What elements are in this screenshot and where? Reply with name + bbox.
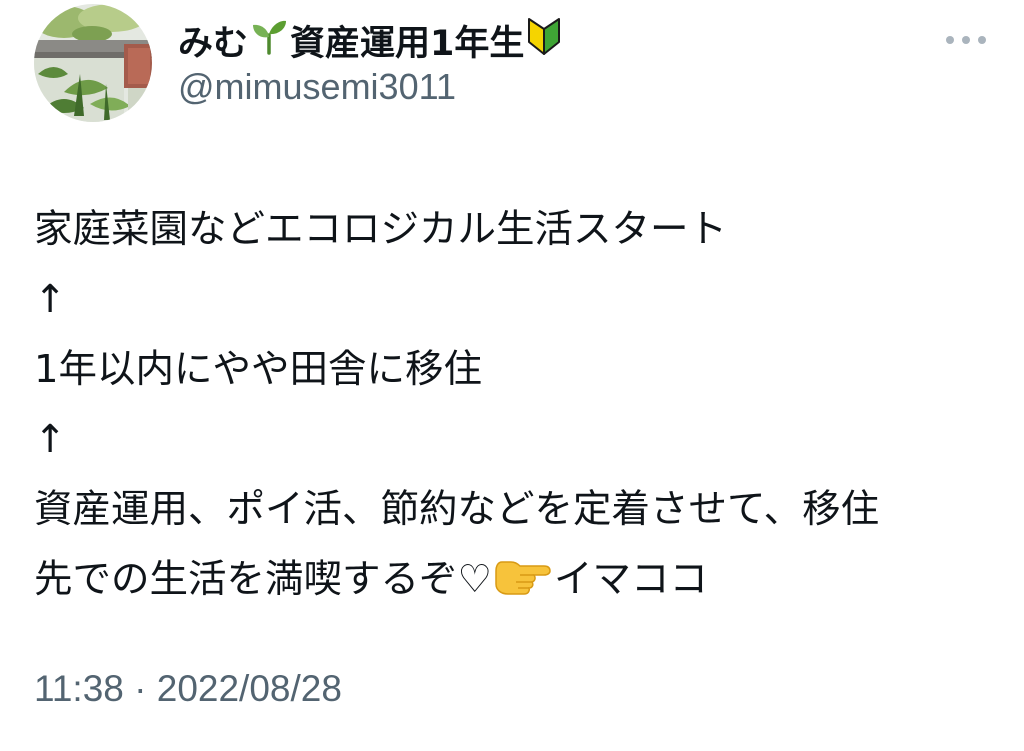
tweet-time: 11:38 [34, 668, 124, 709]
timestamp-separator: · [134, 668, 147, 709]
tweet-line-text: 先での生活を満喫するぞ♡ [34, 557, 493, 602]
beginner-mark-icon [526, 16, 562, 65]
tweet-detail: みむ 資産運用1年生 @mimusemi3011 家庭菜園などエコロジカル生活ス… [0, 0, 1024, 751]
tweet-timestamp[interactable]: 11:38 · 2022/08/28 [34, 668, 342, 710]
tweet-line: 家庭菜園などエコロジカル生活スタート [34, 207, 728, 252]
tweet-trailing-text: イマココ [554, 557, 709, 602]
tweet-line: ↑ [34, 277, 67, 322]
seedling-icon [250, 17, 288, 64]
display-name: みむ 資産運用1年生 [178, 15, 564, 66]
tweet-line: 1年以内にやや田舎に移住 [34, 347, 482, 392]
pointing-hand-icon [494, 549, 552, 619]
display-name-prefix: みむ [178, 23, 249, 64]
display-name-main: 資産運用1年生 [290, 23, 525, 64]
tweet-date: 2022/08/28 [156, 668, 342, 709]
tweet-line-last: 先での生活を満喫するぞ♡ イマココ [34, 545, 1004, 615]
more-options-button[interactable] [940, 22, 992, 58]
tweet-line: ↑ [34, 417, 67, 462]
author-handle[interactable]: @mimusemi3011 [178, 66, 456, 108]
more-horizontal-icon [946, 36, 986, 44]
avatar[interactable] [34, 4, 152, 122]
tweet-line: 資産運用、ポイ活、節約などを定着させて、移住 [34, 487, 880, 532]
author-name-link[interactable]: みむ 資産運用1年生 [178, 12, 564, 68]
tweet-text: 家庭菜園などエコロジカル生活スタート ↑ 1年以内にやや田舎に移住 ↑ 資産運用… [34, 195, 1004, 615]
garden-photo-icon [34, 4, 152, 122]
